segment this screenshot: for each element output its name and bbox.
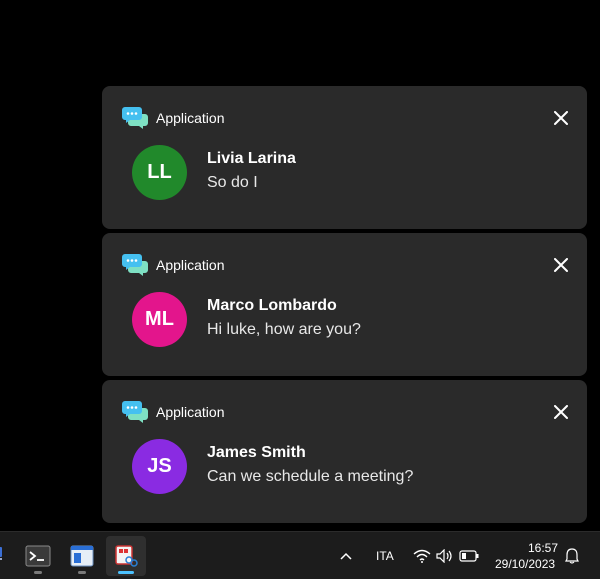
clock-time[interactable]: 16:57: [528, 541, 558, 555]
app-name: Application: [156, 257, 225, 273]
app-name: Application: [156, 404, 225, 420]
battery-icon[interactable]: [458, 546, 480, 566]
close-button[interactable]: [549, 106, 573, 130]
active-indicator: [118, 571, 134, 574]
sender-name: James Smith: [207, 444, 306, 461]
toast-header: Application: [122, 107, 225, 129]
avatar: LL: [132, 145, 187, 200]
volume-icon[interactable]: [435, 546, 455, 566]
snipping-tool-icon: [115, 545, 138, 567]
taskbar: ITA 16:57 29/10/2023: [0, 531, 600, 579]
message-text: So do I: [207, 174, 258, 191]
language-indicator[interactable]: ITA: [376, 549, 394, 563]
close-icon: [554, 111, 568, 125]
close-button[interactable]: [549, 253, 573, 277]
sender-name: Livia Larina: [207, 150, 296, 167]
terminal-icon: [25, 545, 51, 567]
window-icon: [70, 545, 94, 567]
notification-toast[interactable]: Application ML Marco Lombardo Hi luke, h…: [102, 233, 587, 376]
toast-header: Application: [122, 254, 225, 276]
close-icon: [554, 405, 568, 419]
running-indicator: [78, 571, 86, 574]
message-text: Can we schedule a meeting?: [207, 468, 414, 485]
desktop: Application LL Livia Larina So do I Appl…: [0, 0, 600, 579]
sender-name: Marco Lombardo: [207, 297, 337, 314]
close-icon: [554, 258, 568, 272]
chat-bubbles-icon: [122, 401, 148, 423]
wifi-icon[interactable]: [412, 546, 432, 566]
chat-bubbles-icon: [122, 254, 148, 276]
running-indicator: [34, 571, 42, 574]
partial-app-icon[interactable]: [0, 545, 6, 563]
taskbar-app-window[interactable]: [62, 536, 102, 576]
clock-date[interactable]: 29/10/2023: [495, 557, 555, 571]
notification-bell-icon[interactable]: [562, 546, 582, 566]
notification-toast[interactable]: Application LL Livia Larina So do I: [102, 86, 587, 229]
taskbar-app-snipping-tool[interactable]: [106, 536, 146, 576]
chat-bubbles-icon: [122, 107, 148, 129]
avatar: ML: [132, 292, 187, 347]
taskbar-app-terminal[interactable]: [18, 536, 58, 576]
avatar: JS: [132, 439, 187, 494]
close-button[interactable]: [549, 400, 573, 424]
app-name: Application: [156, 110, 225, 126]
notification-toast[interactable]: Application JS James Smith Can we schedu…: [102, 380, 587, 523]
chevron-up-icon: [340, 552, 352, 560]
toast-header: Application: [122, 401, 225, 423]
show-hidden-icons-button[interactable]: [336, 546, 356, 566]
message-text: Hi luke, how are you?: [207, 321, 361, 338]
